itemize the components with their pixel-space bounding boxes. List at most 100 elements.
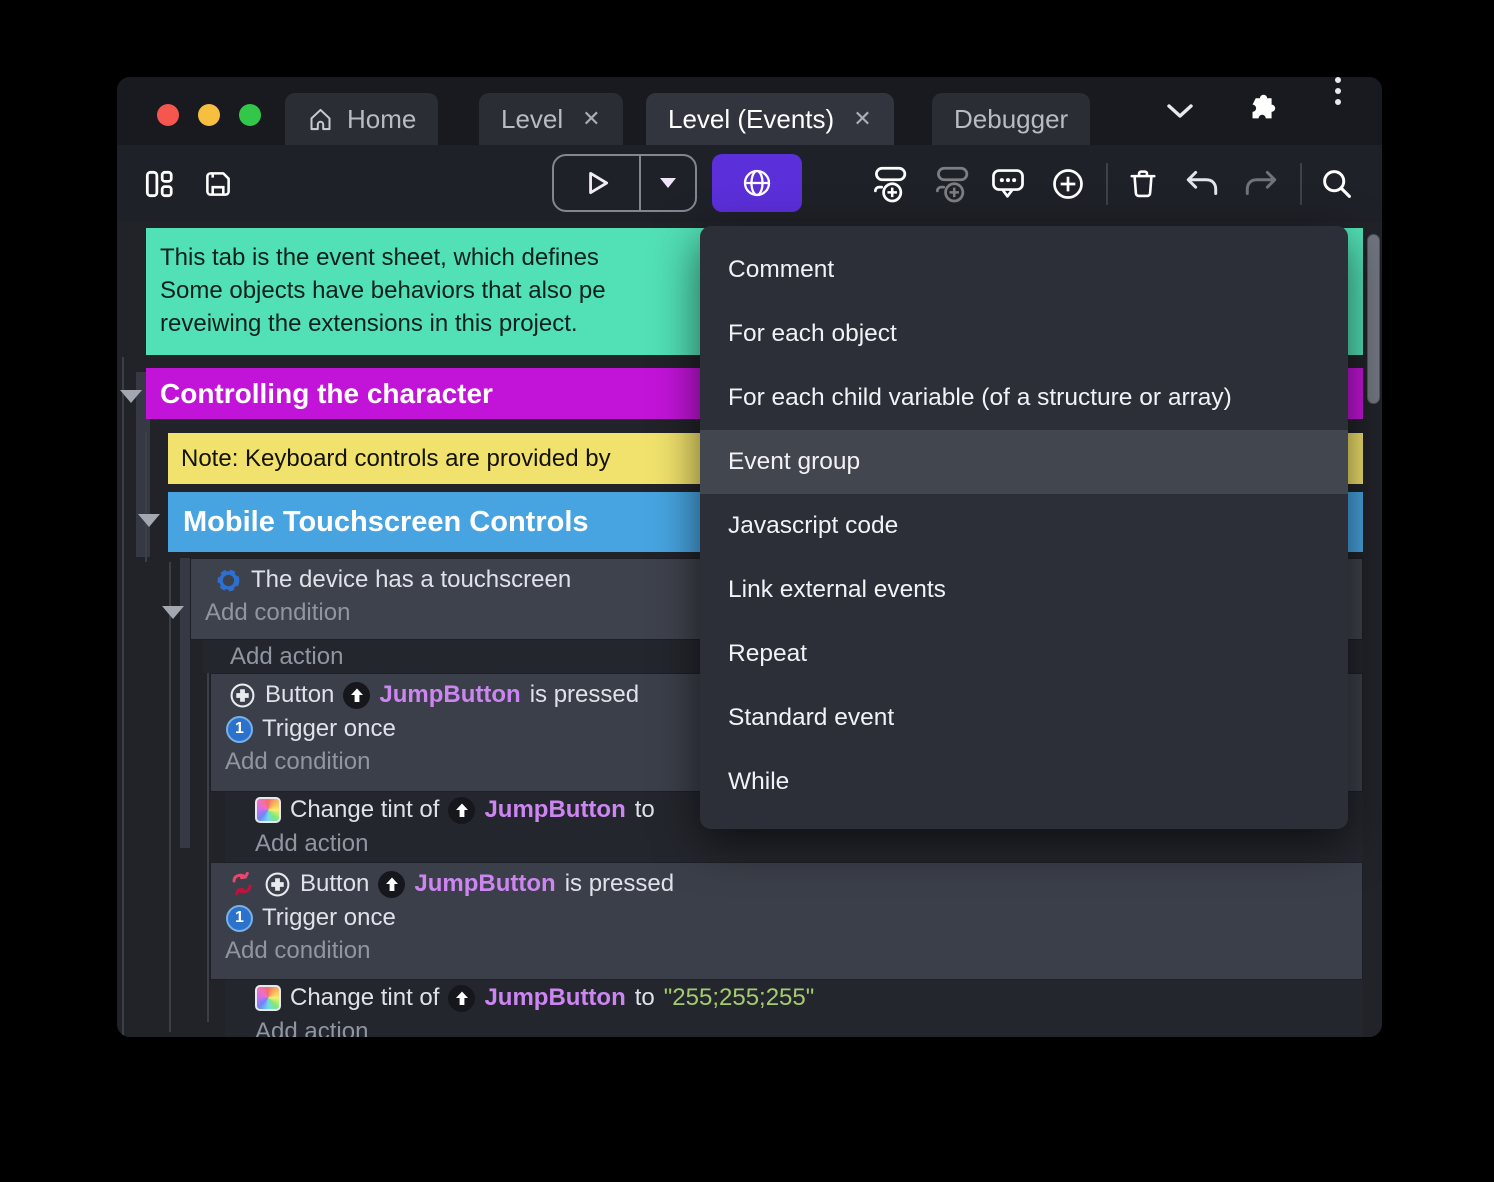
condition-row[interactable]: 1 Trigger once [226, 904, 1362, 932]
tabs-overflow-button[interactable] [1165, 77, 1195, 145]
add-action-button[interactable]: Add action [255, 1018, 1363, 1037]
collapse-group-icon[interactable] [120, 390, 142, 403]
window-menu-button[interactable] [1335, 77, 1341, 145]
add-condition-button[interactable]: Add condition [225, 937, 1362, 965]
group-title: Mobile Touchscreen Controls [183, 505, 589, 538]
add-action-label: Add action [255, 830, 369, 857]
minimize-window-button[interactable] [198, 104, 220, 126]
plus-circle-icon [1053, 168, 1083, 199]
note-text: Note: Keyboard controls are provided by [181, 444, 611, 472]
tab-level[interactable]: Level ✕ [479, 93, 623, 145]
actions-block[interactable]: Change tint of JumpButton to "255;255;25… [225, 980, 1363, 1037]
action-row[interactable]: Change tint of JumpButton to "255;255;25… [255, 984, 1363, 1012]
home-icon [310, 108, 331, 130]
menu-item-comment[interactable]: Comment [700, 238, 1348, 302]
menu-item-for-each-object[interactable]: For each object [700, 302, 1348, 366]
menu-item-link-external-events[interactable]: Link external events [700, 558, 1348, 622]
add-action-label: Add action [255, 1018, 369, 1037]
arrow-up-icon [385, 877, 398, 891]
menu-item-for-each-child-variable[interactable]: For each child variable (of a structure … [700, 366, 1348, 430]
toolbar [117, 145, 1382, 222]
toggle-swap-icon [232, 871, 252, 896]
undo-button[interactable] [1183, 168, 1221, 200]
menu-item-repeat[interactable]: Repeat [700, 622, 1348, 686]
trigger-once-icon: 1 [226, 904, 253, 932]
app-window: Home Level ✕ Level (Events) ✕ Debugger T… [117, 77, 1382, 1037]
add-action-button[interactable]: Add action [255, 830, 1363, 858]
close-tab-icon[interactable]: ✕ [853, 106, 871, 132]
toggle-panels-button[interactable] [142, 167, 176, 201]
search-events-button[interactable] [1319, 166, 1355, 202]
save-icon [206, 171, 230, 196]
comment-bubble-icon [992, 168, 1024, 198]
action-string-value: "255;255;255" [663, 984, 815, 1011]
tab-label: Level [501, 103, 564, 134]
tint-palette-icon [255, 797, 281, 823]
action-text: Change tint of [290, 984, 440, 1011]
add-event-context-menu: Comment For each object For each child v… [700, 226, 1348, 829]
add-something-button[interactable] [1050, 166, 1086, 202]
save-button[interactable] [201, 167, 235, 201]
kebab-dot [1335, 77, 1341, 83]
event-block[interactable]: Button JumpButton is pressed 1 Trigger o… [210, 862, 1363, 980]
chevron-down-icon [1167, 104, 1193, 118]
vertical-scrollbar-thumb[interactable] [1367, 234, 1380, 404]
tab-debugger[interactable]: Debugger [932, 93, 1091, 145]
object-name: JumpButton [379, 681, 521, 708]
close-window-button[interactable] [157, 104, 179, 126]
toolbar-divider [1106, 163, 1108, 205]
search-icon [1323, 169, 1351, 198]
extensions-button[interactable] [1243, 77, 1279, 145]
condition-text: is pressed [529, 681, 640, 708]
indent-guide [145, 432, 147, 562]
action-text: to [634, 796, 655, 823]
group-title: Controlling the character [160, 377, 493, 409]
redo-button[interactable] [1242, 168, 1280, 200]
tab-label: Home [347, 103, 417, 134]
indent-guide [207, 652, 209, 1022]
toolbar-divider [1300, 163, 1302, 205]
puzzle-piece-icon [1252, 94, 1276, 119]
add-condition-label: Add condition [225, 937, 371, 964]
delete-button[interactable] [1125, 166, 1161, 202]
preview-options-button[interactable] [641, 176, 695, 190]
tab-home[interactable]: Home [285, 93, 439, 145]
object-arrow-badge [343, 681, 371, 709]
globe-icon [743, 169, 771, 197]
add-event-button[interactable] [868, 165, 908, 203]
open-in-browser-button[interactable] [712, 154, 802, 212]
tab-level-events[interactable]: Level (Events) ✕ [646, 93, 894, 145]
system-gear-icon [217, 569, 240, 591]
add-subevent-button[interactable] [930, 165, 970, 203]
condition-text: Trigger once [262, 715, 396, 742]
play-preview-button[interactable] [554, 168, 639, 198]
add-event-icon [874, 166, 907, 202]
add-comment-button[interactable] [989, 166, 1027, 202]
tab-label: Level (Events) [668, 103, 835, 134]
kebab-dot [1335, 99, 1341, 105]
menu-item-while[interactable]: While [700, 750, 1348, 814]
add-action-label: Add action [230, 642, 344, 670]
menu-item-event-group[interactable]: Event group [700, 430, 1348, 494]
condition-row[interactable]: Button JumpButton is pressed [229, 870, 1362, 898]
object-arrow-badge [378, 870, 406, 898]
trigger-once-icon: 1 [226, 715, 253, 743]
indent-guide [169, 562, 171, 1032]
menu-item-standard-event[interactable]: Standard event [700, 686, 1348, 750]
maximize-window-button[interactable] [239, 104, 261, 126]
add-condition-label: Add condition [225, 748, 371, 775]
panels-icon [145, 170, 173, 197]
tint-palette-icon [255, 985, 281, 1011]
collapse-event-icon[interactable] [162, 606, 184, 619]
play-icon [588, 171, 608, 195]
condition-text: is pressed [564, 870, 675, 897]
object-name: JumpButton [484, 796, 626, 823]
arrow-up-icon [350, 688, 363, 702]
undo-icon [1186, 170, 1218, 195]
titlebar: Home Level ✕ Level (Events) ✕ Debugger [117, 77, 1382, 145]
collapse-group-icon[interactable] [138, 514, 160, 527]
object-name: JumpButton [484, 984, 626, 1011]
indent-guide [122, 357, 124, 1037]
menu-item-javascript-code[interactable]: Javascript code [700, 494, 1348, 558]
close-tab-icon[interactable]: ✕ [582, 106, 600, 132]
